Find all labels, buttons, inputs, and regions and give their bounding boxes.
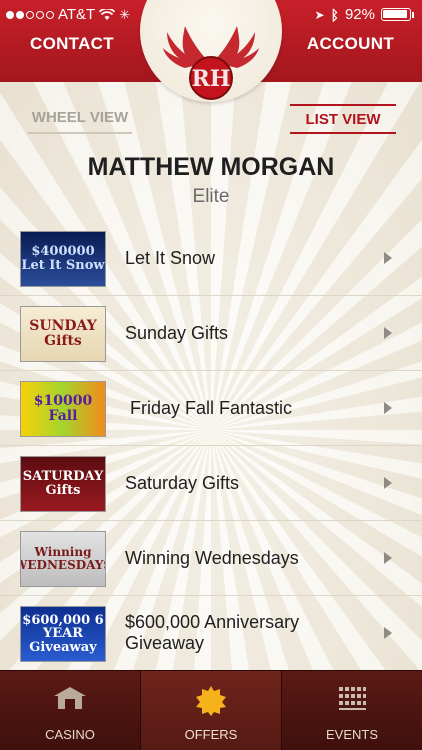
offer-title: Sunday Gifts xyxy=(125,322,229,343)
casino-building-icon xyxy=(54,687,86,709)
offer-list: $400000 Let It Snow Let It Snow SUNDAY G… xyxy=(0,221,422,671)
status-right: ➤ ᛒ 92% xyxy=(314,6,414,23)
contact-button[interactable]: CONTACT xyxy=(30,34,114,54)
chevron-right-icon xyxy=(384,252,392,264)
chevron-right-icon xyxy=(384,552,392,564)
tab-casino-label: CASINO xyxy=(45,727,95,742)
tab-offers[interactable]: OFFERS xyxy=(140,671,281,750)
bluetooth-icon: ᛒ xyxy=(330,6,339,23)
location-icon: ➤ xyxy=(314,7,325,22)
offer-row-winning-wednesdays[interactable]: Winning WEDNESDAYS Winning Wednesdays xyxy=(0,521,422,596)
chevron-right-icon xyxy=(384,402,392,414)
tab-events-label: EVENTS xyxy=(325,727,378,742)
tab-casino[interactable]: CASINO xyxy=(0,671,140,750)
thumbnail-text: Winning WEDNESDAYS xyxy=(21,545,105,572)
offer-row-saturday-gifts[interactable]: SATURDAY Gifts Saturday Gifts xyxy=(0,446,422,521)
chevron-right-icon xyxy=(384,627,392,639)
bottom-tab-bar: CASINO OFFERS EVENTS xyxy=(0,670,422,750)
tab-events[interactable]: EVENTS xyxy=(281,671,422,750)
offer-thumbnail: Winning WEDNESDAYS xyxy=(20,531,106,587)
offer-thumbnail: $10000 Fall xyxy=(20,381,106,437)
casino-logo-icon[interactable]: RH xyxy=(161,22,261,104)
tab-offers-label: OFFERS xyxy=(184,727,238,742)
battery-tip xyxy=(412,11,414,18)
wheel-view-tab[interactable]: WHEEL VIEW xyxy=(28,104,132,134)
battery-icon xyxy=(381,8,411,21)
offer-title: $600,000 Anniversary Giveaway xyxy=(125,612,300,653)
offer-thumbnail: SUNDAY Gifts xyxy=(20,306,106,362)
offer-title: Friday Fall Fantastic xyxy=(125,397,293,418)
offer-row-sunday-gifts[interactable]: SUNDAY Gifts Sunday Gifts xyxy=(0,296,422,371)
player-tier: Elite xyxy=(192,186,230,207)
calendar-icon xyxy=(339,687,366,710)
offer-row-anniversary-giveaway[interactable]: $600,000 6 YEAR Giveaway $600,000 Annive… xyxy=(0,596,422,671)
thumbnail-text: $10000 Fall xyxy=(33,393,93,424)
offers-badge-icon xyxy=(196,686,226,716)
account-button[interactable]: ACCOUNT xyxy=(307,34,394,54)
chevron-right-icon xyxy=(384,327,392,339)
offer-thumbnail: $600,000 6 YEAR Giveaway xyxy=(20,606,106,662)
offer-thumbnail: SATURDAY Gifts xyxy=(20,456,106,512)
offer-title: Saturday Gifts xyxy=(125,472,240,493)
player-name: MATTHEW MORGAN xyxy=(87,153,335,181)
offer-row-friday-fall-fantastic[interactable]: $10000 Fall Friday Fall Fantastic xyxy=(0,371,422,446)
offer-title: Winning Wednesdays xyxy=(125,547,299,568)
offer-row-let-it-snow[interactable]: $400000 Let It Snow Let It Snow xyxy=(0,221,422,296)
thumbnail-text: $400000 Let It Snow xyxy=(21,244,105,273)
logo-text: RH xyxy=(191,66,230,92)
offer-title: Let It Snow xyxy=(125,247,216,268)
thumbnail-text: SUNDAY Gifts xyxy=(29,318,97,349)
offer-thumbnail: $400000 Let It Snow xyxy=(20,231,106,287)
list-view-tab[interactable]: LIST VIEW xyxy=(290,104,396,134)
battery-percent: 92% xyxy=(344,6,375,23)
thumbnail-text: $600,000 6 YEAR Giveaway xyxy=(22,612,104,655)
chevron-right-icon xyxy=(384,477,392,489)
thumbnail-text: SATURDAY Gifts xyxy=(22,469,104,498)
